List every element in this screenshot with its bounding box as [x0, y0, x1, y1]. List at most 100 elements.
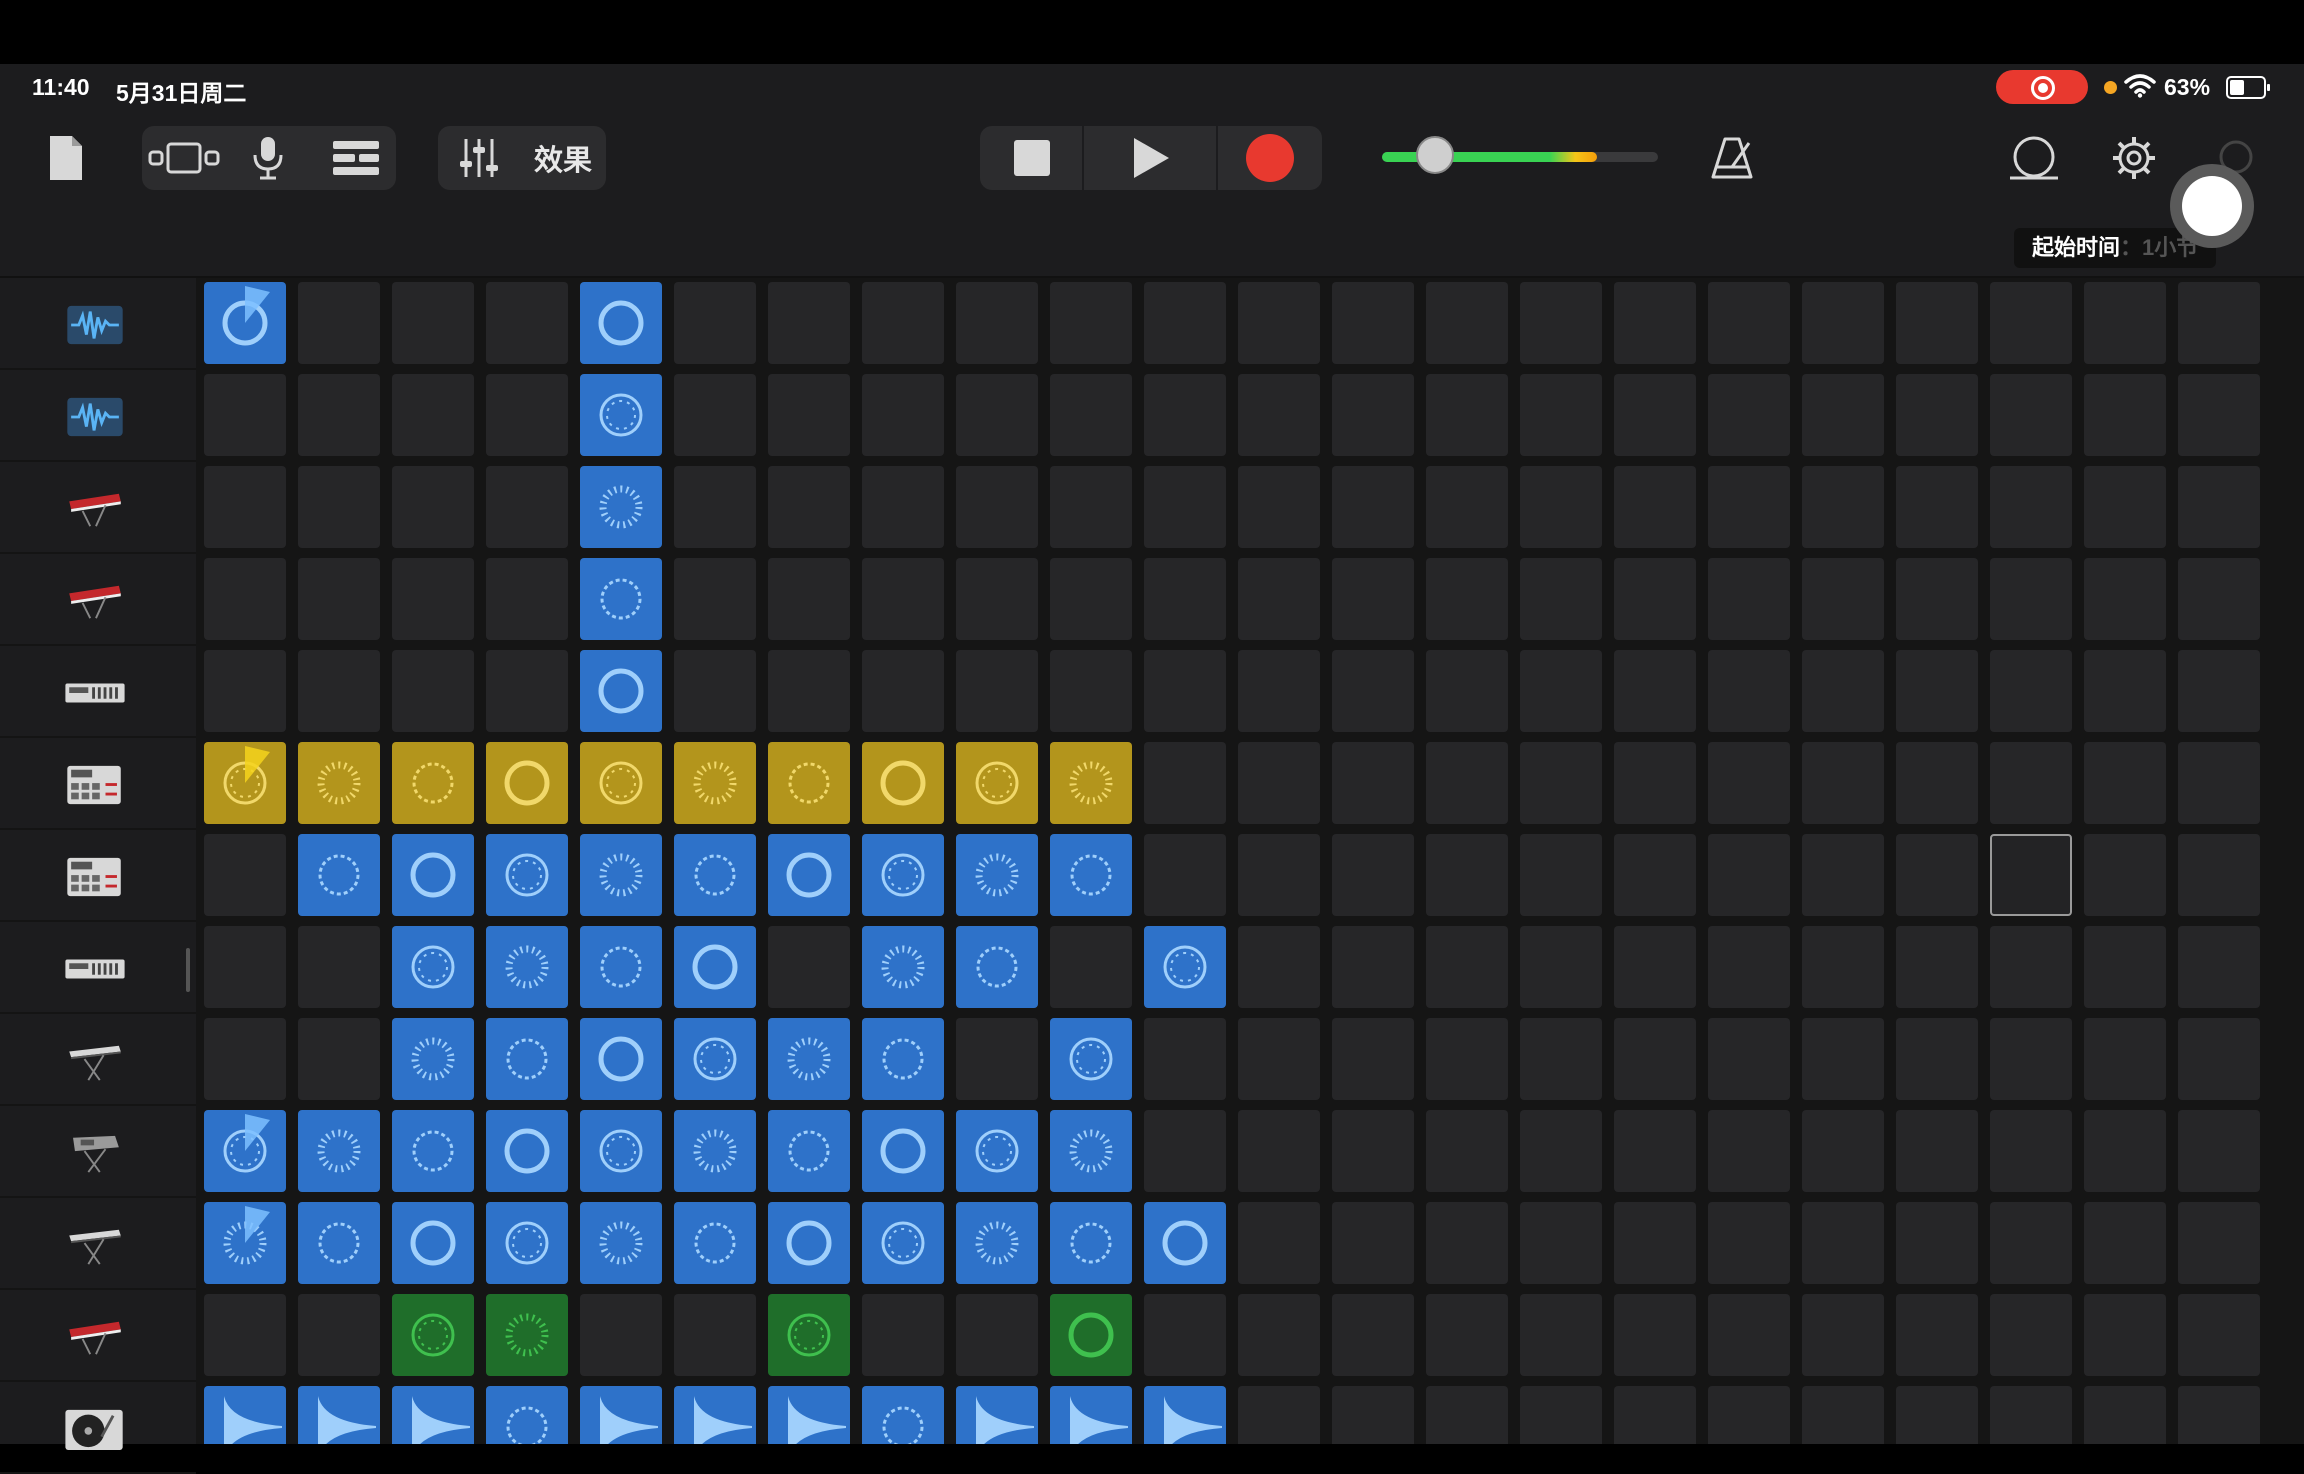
blue-loop-cell[interactable]: [862, 1018, 944, 1100]
empty-cell[interactable]: [1896, 926, 1978, 1008]
empty-cell[interactable]: [392, 282, 474, 364]
empty-cell[interactable]: [204, 466, 286, 548]
empty-cell[interactable]: [2178, 1018, 2260, 1100]
empty-cell[interactable]: [1426, 1202, 1508, 1284]
blue-loop-cell[interactable]: [768, 834, 850, 916]
empty-cell[interactable]: [674, 650, 756, 732]
blue-loop-cell[interactable]: [392, 834, 474, 916]
empty-cell[interactable]: [1896, 1110, 1978, 1192]
empty-cell[interactable]: [2084, 558, 2166, 640]
empty-cell[interactable]: [2084, 926, 2166, 1008]
master-volume-slider[interactable]: [1382, 136, 1658, 174]
master-volume-knob[interactable]: [1416, 136, 1454, 174]
empty-cell[interactable]: [1238, 742, 1320, 824]
green-loop-cell[interactable]: [486, 1294, 568, 1376]
empty-cell[interactable]: [1990, 466, 2072, 548]
empty-cell[interactable]: [1050, 926, 1132, 1008]
settings-button[interactable]: [2106, 126, 2162, 190]
empty-cell[interactable]: [1708, 1386, 1790, 1444]
empty-cell[interactable]: [1238, 374, 1320, 456]
track-header[interactable]: [0, 462, 196, 554]
empty-cell[interactable]: [956, 1294, 1038, 1376]
blue-loop-cell[interactable]: [674, 926, 756, 1008]
empty-cell[interactable]: [1050, 374, 1132, 456]
blue-loop-cell[interactable]: [392, 1386, 474, 1444]
empty-cell[interactable]: [1708, 466, 1790, 548]
empty-cell[interactable]: [298, 466, 380, 548]
empty-cell[interactable]: [204, 834, 286, 916]
empty-cell[interactable]: [2084, 1202, 2166, 1284]
empty-cell[interactable]: [1708, 926, 1790, 1008]
empty-cell[interactable]: [2178, 1294, 2260, 1376]
blue-loop-cell[interactable]: [204, 282, 286, 364]
empty-cell[interactable]: [1238, 1202, 1320, 1284]
empty-cell[interactable]: [1332, 926, 1414, 1008]
empty-cell[interactable]: [1238, 558, 1320, 640]
empty-cell[interactable]: [1614, 466, 1696, 548]
mixer-button[interactable]: [444, 126, 514, 190]
empty-cell[interactable]: [1426, 834, 1508, 916]
empty-cell[interactable]: [1332, 1294, 1414, 1376]
empty-cell[interactable]: [1990, 650, 2072, 732]
empty-cell[interactable]: [298, 282, 380, 364]
empty-cell[interactable]: [204, 650, 286, 732]
empty-cell[interactable]: [1708, 650, 1790, 732]
empty-cell[interactable]: [1802, 1294, 1884, 1376]
empty-cell[interactable]: [2084, 282, 2166, 364]
blue-loop-cell[interactable]: [1050, 1386, 1132, 1444]
empty-cell[interactable]: [1708, 742, 1790, 824]
yellow-loop-cell[interactable]: [956, 742, 1038, 824]
empty-cell[interactable]: [1520, 834, 1602, 916]
empty-cell[interactable]: [1708, 1202, 1790, 1284]
empty-cell[interactable]: [1426, 1110, 1508, 1192]
loop-browser-button[interactable]: [2004, 126, 2064, 190]
blue-loop-cell[interactable]: [1050, 1202, 1132, 1284]
blue-loop-cell[interactable]: [486, 1386, 568, 1444]
empty-cell[interactable]: [1708, 1294, 1790, 1376]
empty-cell[interactable]: [1614, 926, 1696, 1008]
metronome-button[interactable]: [1704, 126, 1760, 190]
blue-loop-cell[interactable]: [486, 1110, 568, 1192]
blue-loop-cell[interactable]: [1050, 1110, 1132, 1192]
blue-loop-cell[interactable]: [1144, 1202, 1226, 1284]
empty-cell[interactable]: [298, 374, 380, 456]
empty-cell[interactable]: [1990, 1110, 2072, 1192]
blue-loop-cell[interactable]: [1144, 1386, 1226, 1444]
empty-cell[interactable]: [1614, 1294, 1696, 1376]
empty-cell[interactable]: [1896, 282, 1978, 364]
empty-cell[interactable]: [1332, 834, 1414, 916]
tracks-view-button[interactable]: [316, 126, 396, 190]
empty-cell[interactable]: [674, 466, 756, 548]
empty-cell[interactable]: [2084, 1110, 2166, 1192]
empty-cell[interactable]: [768, 466, 850, 548]
empty-cell[interactable]: [1896, 558, 1978, 640]
track-header[interactable]: [0, 738, 196, 830]
empty-cell[interactable]: [862, 1294, 944, 1376]
empty-cell[interactable]: [1614, 558, 1696, 640]
empty-cell[interactable]: [392, 558, 474, 640]
blue-loop-cell[interactable]: [580, 926, 662, 1008]
empty-cell[interactable]: [1238, 1110, 1320, 1192]
empty-cell[interactable]: [1520, 926, 1602, 1008]
view-toggle-button[interactable]: [144, 126, 224, 190]
empty-cell[interactable]: [298, 1294, 380, 1376]
empty-cell[interactable]: [956, 650, 1038, 732]
empty-cell[interactable]: [204, 926, 286, 1008]
blue-loop-cell[interactable]: [674, 1110, 756, 1192]
empty-cell[interactable]: [298, 926, 380, 1008]
empty-cell[interactable]: [392, 466, 474, 548]
empty-cell[interactable]: [2084, 650, 2166, 732]
empty-cell[interactable]: [1426, 926, 1508, 1008]
empty-cell[interactable]: [1426, 374, 1508, 456]
blue-loop-cell[interactable]: [956, 1202, 1038, 1284]
empty-cell[interactable]: [1990, 558, 2072, 640]
empty-cell[interactable]: [2084, 742, 2166, 824]
empty-cell[interactable]: [1896, 1294, 1978, 1376]
empty-cell[interactable]: [1332, 374, 1414, 456]
blue-loop-cell[interactable]: [1050, 834, 1132, 916]
empty-cell[interactable]: [1238, 282, 1320, 364]
empty-cell[interactable]: [1520, 466, 1602, 548]
yellow-loop-cell[interactable]: [204, 742, 286, 824]
record-button[interactable]: [1218, 126, 1322, 190]
blue-loop-cell[interactable]: [580, 1110, 662, 1192]
